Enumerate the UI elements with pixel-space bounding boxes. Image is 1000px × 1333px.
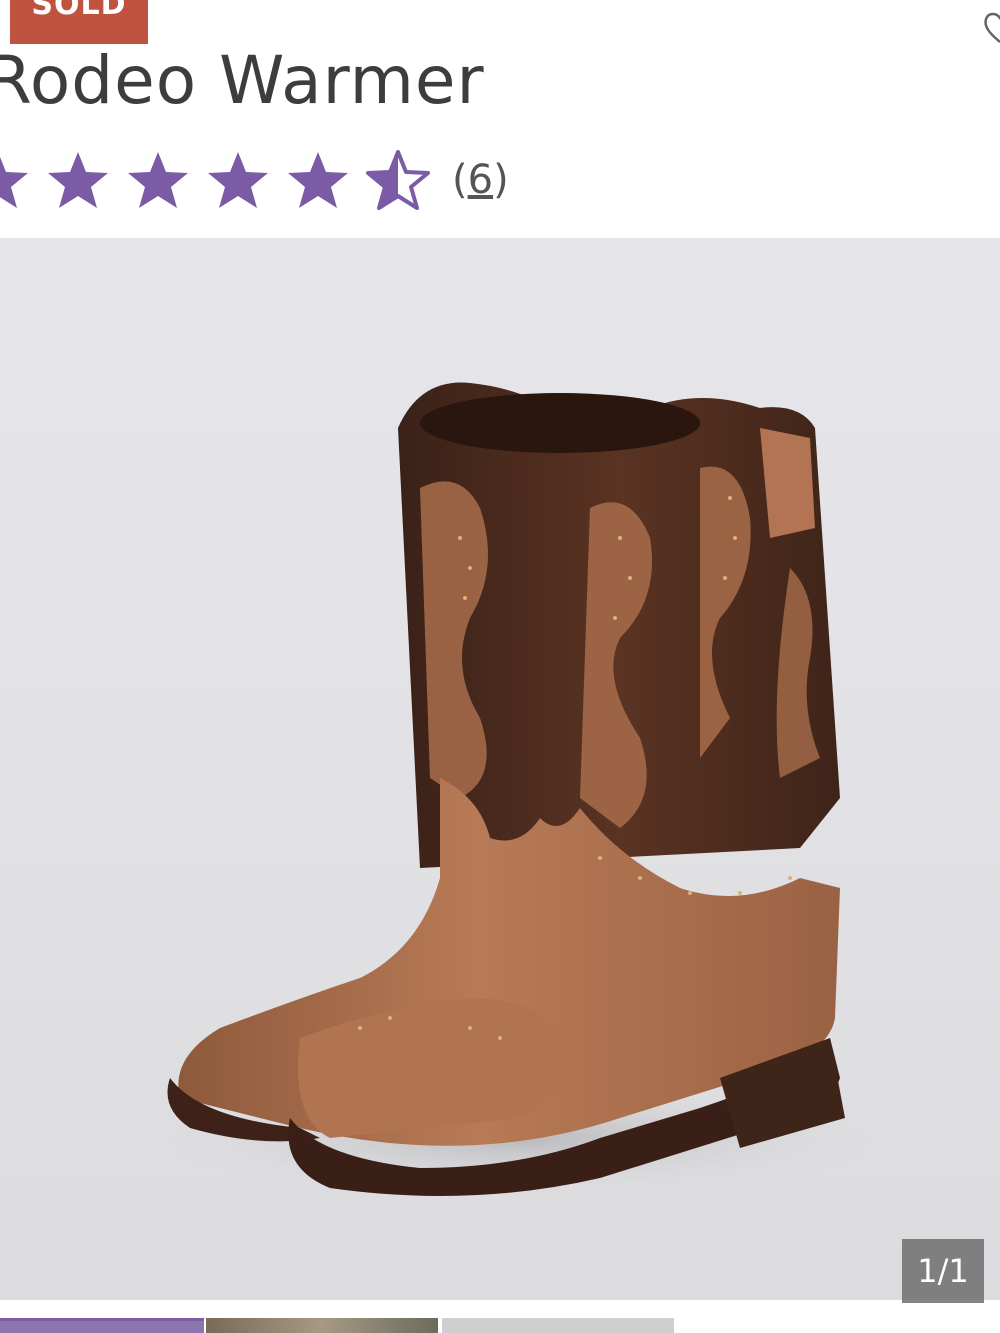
image-counter: 1/1 [902, 1239, 984, 1303]
thumbnail-item[interactable] [442, 1318, 674, 1333]
thumbnail-strip[interactable] [0, 1318, 1000, 1333]
star-icon [288, 152, 348, 208]
star-icon [0, 157, 28, 208]
star-icon [208, 152, 268, 208]
star-icon [48, 152, 108, 208]
star-half-icon [366, 150, 430, 210]
product-title: Rodeo Warmer [0, 42, 485, 119]
review-count-link[interactable]: (6) [452, 157, 509, 203]
thumbnail-item[interactable] [206, 1318, 438, 1333]
sold-badge-label: SOLD [31, 0, 127, 22]
heart-outline-icon[interactable] [980, 8, 1000, 48]
product-image[interactable] [0, 238, 1000, 1300]
sold-badge: SOLD [10, 0, 148, 44]
thumbnail-item[interactable] [0, 1318, 204, 1333]
star-icon [128, 152, 188, 208]
review-count-value[interactable]: 6 [468, 157, 493, 203]
product-gallery[interactable] [0, 238, 1000, 1300]
rating-row[interactable]: (6) [0, 150, 509, 210]
